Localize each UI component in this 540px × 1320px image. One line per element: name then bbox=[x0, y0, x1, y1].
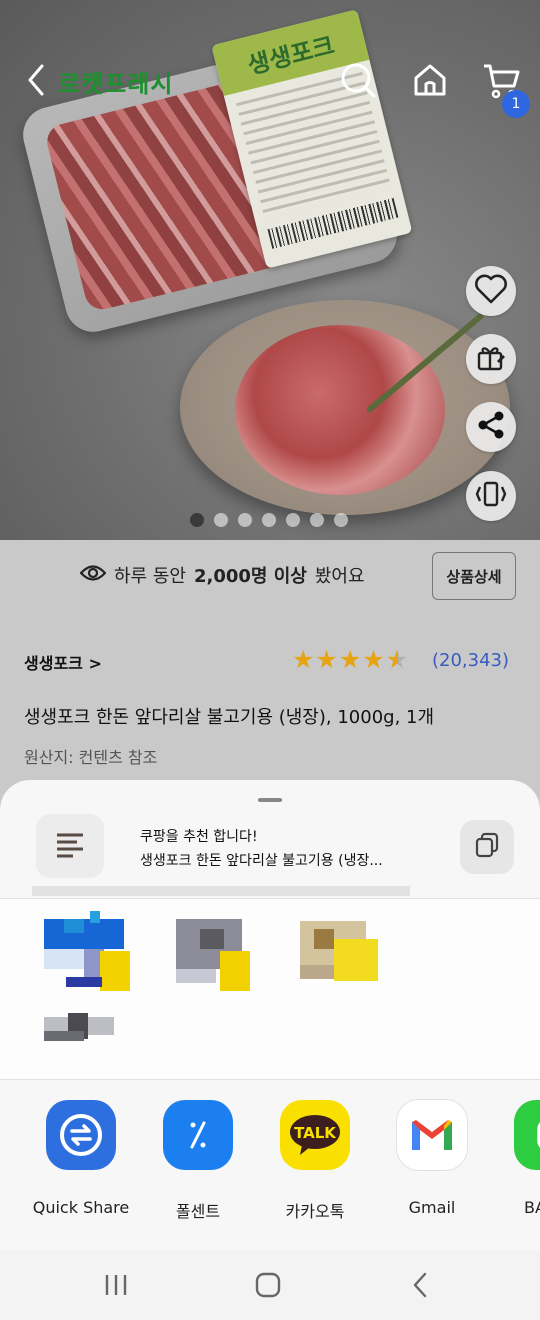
vibrate-button[interactable] bbox=[466, 471, 516, 521]
star-icon: ★ bbox=[292, 645, 315, 674]
share-sheet: 쿠팡을 추천 합니다! 생생포크 한돈 앞다리살 불고기용 (냉장... Qui… bbox=[0, 780, 540, 1250]
home-nav-icon[interactable] bbox=[248, 1270, 288, 1300]
contact-avatar[interactable] bbox=[300, 911, 390, 991]
gift-icon bbox=[475, 341, 507, 377]
home-icon[interactable] bbox=[408, 58, 452, 102]
wishlist-button[interactable] bbox=[466, 266, 516, 316]
plate-image bbox=[180, 300, 510, 515]
review-count-link[interactable]: (20,343) bbox=[432, 650, 509, 671]
preview-scrollbar[interactable] bbox=[32, 886, 410, 896]
search-icon[interactable] bbox=[336, 58, 380, 102]
share-message-line2: 생생포크 한돈 앞다리살 불고기용 (냉장... bbox=[140, 853, 383, 869]
gmail-icon bbox=[397, 1100, 467, 1170]
product-title: 생생포크 한돈 앞다리살 불고기용 (냉장), 1000g, 1개 bbox=[24, 707, 435, 728]
brand-link[interactable]: 생생포크 > bbox=[24, 650, 102, 674]
share-app-gmail[interactable]: Gmail bbox=[377, 1100, 487, 1217]
gift-button[interactable] bbox=[466, 334, 516, 384]
contact-avatar[interactable] bbox=[176, 911, 266, 991]
views-row: 하루 동안 2,000명 이상 봤어요 상품상세 bbox=[0, 540, 540, 610]
back-arrow-icon[interactable] bbox=[22, 60, 52, 100]
share-apps-row: Quick Share 폴센트 TALK 카카오톡 Gmail BA bbox=[0, 1100, 540, 1250]
star-icon: ★ bbox=[362, 645, 385, 674]
kakaotalk-icon: TALK bbox=[280, 1100, 350, 1170]
recent-apps-icon[interactable] bbox=[96, 1270, 136, 1300]
product-detail-button[interactable]: 상품상세 bbox=[432, 552, 516, 600]
quick-share-icon bbox=[46, 1100, 116, 1170]
origin-info: 원산지: 컨텐츠 참조 bbox=[24, 748, 158, 767]
back-nav-icon[interactable] bbox=[400, 1270, 440, 1300]
pager-dot[interactable] bbox=[334, 513, 348, 527]
pager-dot[interactable] bbox=[262, 513, 276, 527]
share-icon bbox=[475, 409, 507, 445]
text-preview-icon bbox=[36, 814, 104, 878]
image-pager bbox=[190, 513, 348, 527]
views-count: 2,000명 이상 bbox=[193, 566, 307, 587]
system-nav-bar bbox=[0, 1250, 540, 1320]
cart-count-badge: 1 bbox=[502, 90, 530, 118]
share-app-kakaotalk[interactable]: TALK 카카오톡 bbox=[260, 1100, 370, 1222]
share-app-quick-share[interactable]: Quick Share bbox=[26, 1100, 136, 1217]
star-icon: ★ bbox=[315, 645, 338, 674]
share-app-polcent[interactable]: 폴센트 bbox=[143, 1100, 253, 1222]
pager-dot[interactable] bbox=[190, 513, 204, 527]
contact-avatar[interactable] bbox=[44, 1009, 134, 1089]
eye-icon bbox=[79, 564, 107, 587]
views-summary: 하루 동안 2,000명 이상 봤어요 bbox=[79, 562, 365, 588]
star-icon: ★ bbox=[338, 645, 362, 674]
share-button[interactable] bbox=[466, 402, 516, 452]
pager-dot[interactable] bbox=[286, 513, 300, 527]
svg-text:TALK: TALK bbox=[294, 1124, 337, 1142]
share-message-line1: 쿠팡을 추천 합니다! bbox=[140, 829, 258, 845]
half-star-icon: ★ bbox=[385, 645, 409, 674]
band-icon bbox=[514, 1100, 540, 1170]
heart-icon bbox=[474, 274, 508, 308]
copy-button[interactable] bbox=[460, 820, 514, 874]
direct-share-contacts bbox=[0, 898, 540, 1080]
rating-stars[interactable]: ★ ★ ★ ★ ★ bbox=[292, 646, 408, 674]
share-app-band[interactable]: BA bbox=[494, 1100, 540, 1217]
copy-icon bbox=[474, 832, 500, 862]
pager-dot[interactable] bbox=[238, 513, 252, 527]
brand-title[interactable]: 로켓프레시 bbox=[58, 64, 173, 99]
pager-dot[interactable] bbox=[214, 513, 228, 527]
vibrate-icon bbox=[474, 479, 508, 513]
pager-dot[interactable] bbox=[310, 513, 324, 527]
top-bar: 로켓프레시 1 bbox=[0, 40, 540, 120]
polcent-icon bbox=[163, 1100, 233, 1170]
contact-avatar[interactable] bbox=[44, 911, 134, 991]
sheet-drag-handle[interactable] bbox=[258, 798, 282, 802]
